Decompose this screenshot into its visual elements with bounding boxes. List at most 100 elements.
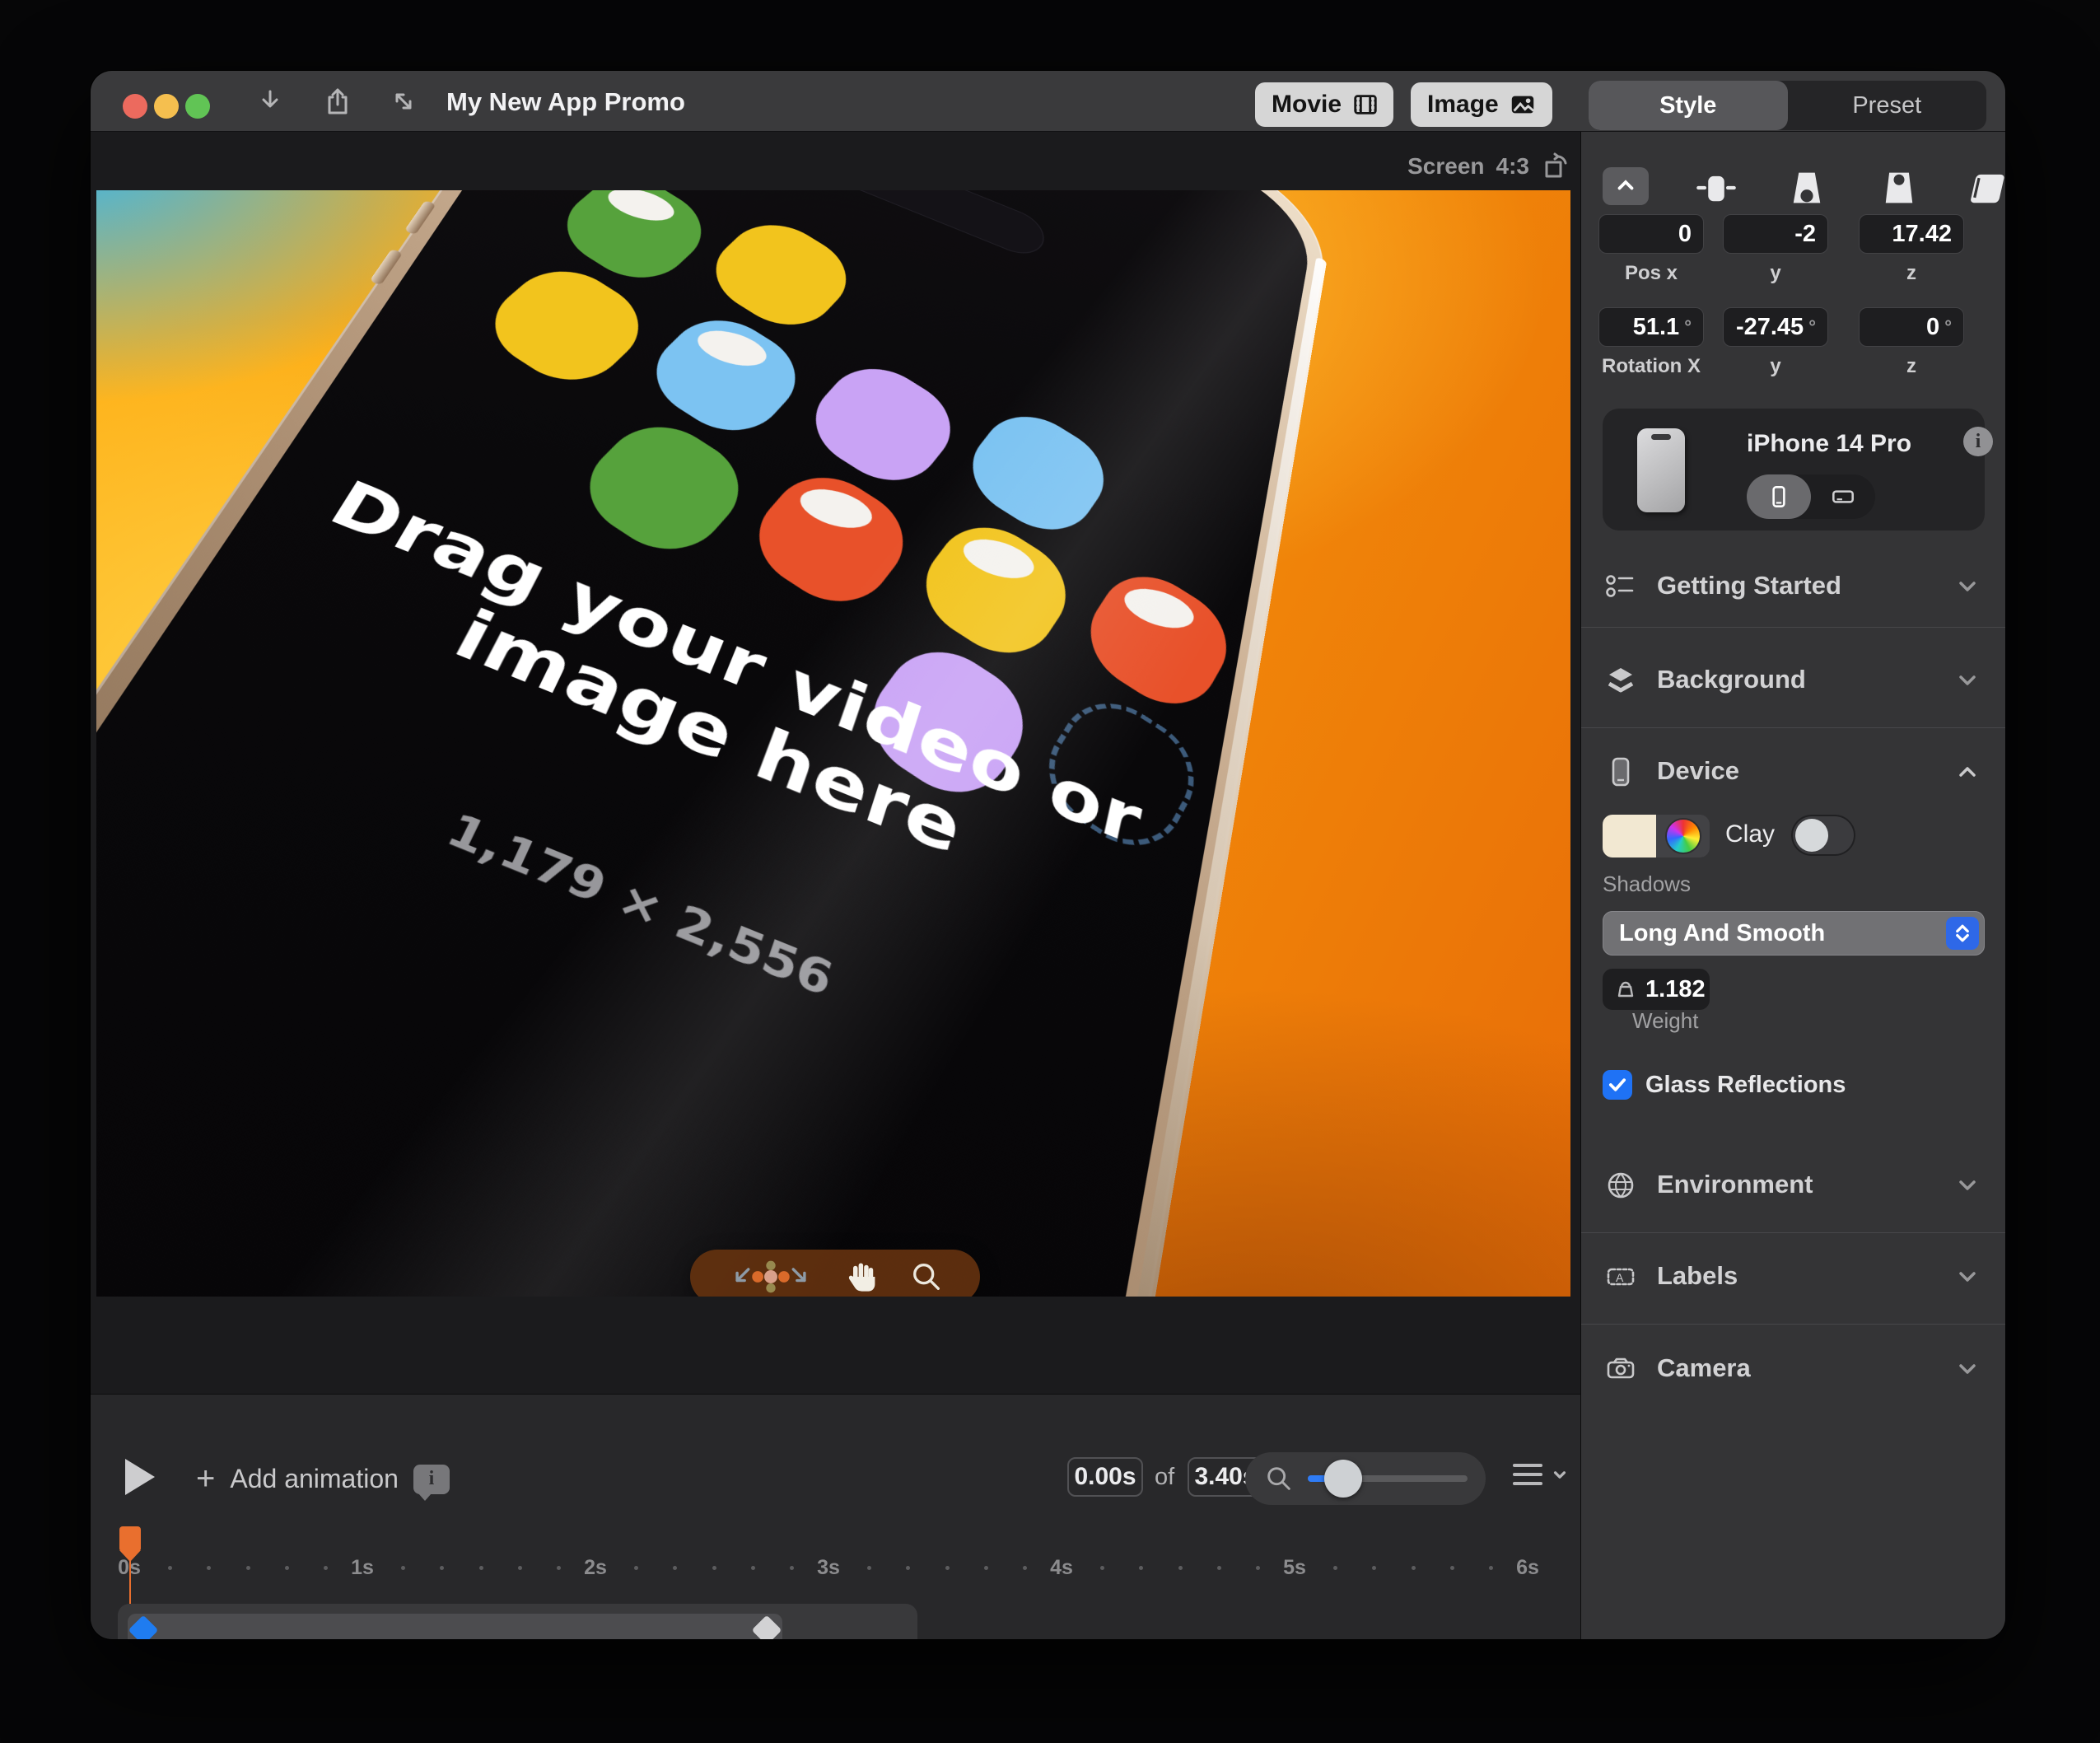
glass-reflections-row[interactable]: Glass Reflections xyxy=(1603,1070,1846,1100)
canvas-tool-pill xyxy=(690,1250,980,1297)
degree-symbol: ° xyxy=(1944,316,1952,337)
ruler-tick-dot xyxy=(556,1566,561,1570)
title-bar: My New App Promo Movie Image Style Prese… xyxy=(91,71,2005,132)
plus-icon: + xyxy=(196,1460,216,1497)
preset-tab-label: Preset xyxy=(1852,91,1922,119)
close-window-button[interactable] xyxy=(123,94,147,119)
section-camera[interactable]: Camera xyxy=(1581,1351,2005,1387)
pose-lean-back-icon[interactable] xyxy=(1785,167,1828,208)
share-icon[interactable] xyxy=(321,85,354,118)
rotation-z-field[interactable]: 0 ° xyxy=(1859,307,1964,347)
play-button[interactable] xyxy=(125,1459,155,1495)
ruler-tick-dot xyxy=(712,1566,716,1570)
shadow-preset-dropdown[interactable]: Long And Smooth xyxy=(1603,911,1985,956)
style-tab-label: Style xyxy=(1659,91,1717,119)
section-environment[interactable]: Environment xyxy=(1581,1167,2005,1203)
pose-front-icon[interactable] xyxy=(1695,169,1738,207)
clay-toggle[interactable] xyxy=(1791,815,1855,856)
keyframe-diamond[interactable] xyxy=(751,1614,782,1639)
chevron-up-icon xyxy=(1954,759,1981,785)
chevron-up-icon xyxy=(1617,180,1634,190)
selected-color xyxy=(1603,815,1656,857)
ruler-tick-dot xyxy=(168,1566,173,1570)
device-mockup-iphone[interactable]: Drag your video or image here 1,179 × 2,… xyxy=(96,190,1334,1297)
minimize-window-button[interactable] xyxy=(154,94,179,119)
ruler-tick-dot xyxy=(1255,1566,1260,1570)
rotation-y-value: -27.45 xyxy=(1735,313,1804,340)
weight-value: 1.182 xyxy=(1645,975,1706,1002)
render-canvas[interactable]: Drag your video or image here 1,179 × 2,… xyxy=(96,190,1570,1297)
section-labels[interactable]: A Labels xyxy=(1581,1259,2005,1295)
chevron-down-icon xyxy=(1954,1264,1981,1290)
shadow-weight-field[interactable]: 1.182 xyxy=(1603,969,1710,1010)
playhead-flag[interactable] xyxy=(119,1526,141,1562)
orientation-portrait-button[interactable] xyxy=(1747,474,1811,519)
pos-x-field[interactable]: 0 xyxy=(1598,214,1704,254)
current-time-field[interactable]: 0.00s xyxy=(1067,1457,1143,1497)
ruler-tick-dot xyxy=(284,1566,289,1570)
pos-z-value: 17.42 xyxy=(1892,220,1952,247)
ruler-tick-dot xyxy=(634,1566,639,1570)
hand-tool-icon[interactable] xyxy=(844,1259,880,1295)
ruler-tick-dot xyxy=(1139,1566,1144,1570)
animation-track[interactable] xyxy=(118,1604,917,1639)
zoom-tool-icon[interactable] xyxy=(908,1259,945,1295)
ruler-tick-dot xyxy=(906,1566,911,1570)
chevron-down-icon xyxy=(1954,1356,1981,1382)
section-label: Environment xyxy=(1657,1170,1813,1199)
ruler-tick-label: 6s xyxy=(1516,1556,1539,1579)
add-animation-button[interactable]: + Add animation i xyxy=(196,1460,450,1501)
section-background[interactable]: Background xyxy=(1581,662,2005,699)
camera-icon xyxy=(1604,1353,1637,1386)
toggle-knob xyxy=(1795,819,1828,852)
pos-y-field[interactable]: -2 xyxy=(1723,214,1828,254)
timeline-panel: + Add animation i 0.00s of 3.40s 1s 2s 3… xyxy=(91,1394,1580,1639)
rotate-screen-icon[interactable] xyxy=(1541,152,1570,181)
device-info-icon[interactable]: i xyxy=(1963,427,1993,456)
ruler-tick-label: 2s xyxy=(584,1556,607,1579)
zoom-slider-knob[interactable] xyxy=(1324,1460,1362,1498)
ruler-tick-dot xyxy=(1100,1566,1105,1570)
zoom-window-button[interactable] xyxy=(185,94,210,119)
timeline-ruler[interactable]: 0s1s2s3s4s5s6s xyxy=(91,1556,1580,1586)
pose-upright-icon[interactable] xyxy=(1878,167,1920,208)
section-device[interactable]: Device xyxy=(1581,754,2005,790)
timeline-zoom-slider[interactable] xyxy=(1308,1460,1468,1498)
export-movie-button[interactable]: Movie xyxy=(1255,82,1393,127)
color-picker[interactable] xyxy=(1656,815,1710,857)
label-badge-icon: A xyxy=(1604,1260,1637,1293)
rotation-x-label: Rotation X xyxy=(1602,355,1701,377)
resize-icon[interactable] xyxy=(387,85,420,118)
phone-screen: Drag your video or image here 1,179 × 2,… xyxy=(96,190,1318,1297)
animation-info-bubble-icon[interactable]: i xyxy=(413,1464,450,1501)
timeline-options-menu[interactable] xyxy=(1513,1464,1570,1485)
device-card[interactable]: iPhone 14 Pro i xyxy=(1603,409,1993,530)
ruler-tick-dot xyxy=(867,1566,872,1570)
playhead[interactable] xyxy=(119,1526,141,1614)
rotation-x-field[interactable]: 51.1 ° xyxy=(1598,307,1704,347)
checkmark-icon xyxy=(1608,1078,1626,1091)
dropdown-stepper-icon xyxy=(1946,917,1979,950)
export-image-button[interactable]: Image xyxy=(1411,82,1552,127)
chevron-down-icon xyxy=(1954,667,1981,694)
keyframe-diamond-selected[interactable] xyxy=(128,1614,159,1639)
collapse-panel-button[interactable] xyxy=(1603,167,1649,205)
rotation-y-field[interactable]: -27.45 ° xyxy=(1723,307,1828,347)
orientation-landscape-button[interactable] xyxy=(1811,474,1875,519)
section-label: Camera xyxy=(1657,1353,1751,1382)
animation-clip[interactable] xyxy=(128,1614,782,1639)
ruler-tick-dot xyxy=(245,1566,250,1570)
download-icon[interactable] xyxy=(254,85,287,118)
ruler-tick-dot xyxy=(1488,1566,1493,1570)
move-tool-icon[interactable] xyxy=(726,1256,816,1297)
svg-text:A: A xyxy=(1616,1271,1624,1284)
pose-laying-flat-icon[interactable] xyxy=(1967,169,2005,207)
style-inspector-panel: 0 -2 17.42 Pos x y z 51.1 ° -27.45 ° 0 ° Ro… xyxy=(1580,132,2005,1639)
tab-preset[interactable]: Preset xyxy=(1788,81,1987,130)
pos-z-field[interactable]: 17.42 xyxy=(1859,214,1964,254)
image-button-label: Image xyxy=(1427,91,1499,118)
tab-style[interactable]: Style xyxy=(1589,81,1788,130)
section-getting-started[interactable]: Getting Started xyxy=(1581,568,2005,605)
device-color-swatch[interactable] xyxy=(1603,815,1710,857)
glass-reflections-checkbox[interactable] xyxy=(1603,1070,1632,1100)
